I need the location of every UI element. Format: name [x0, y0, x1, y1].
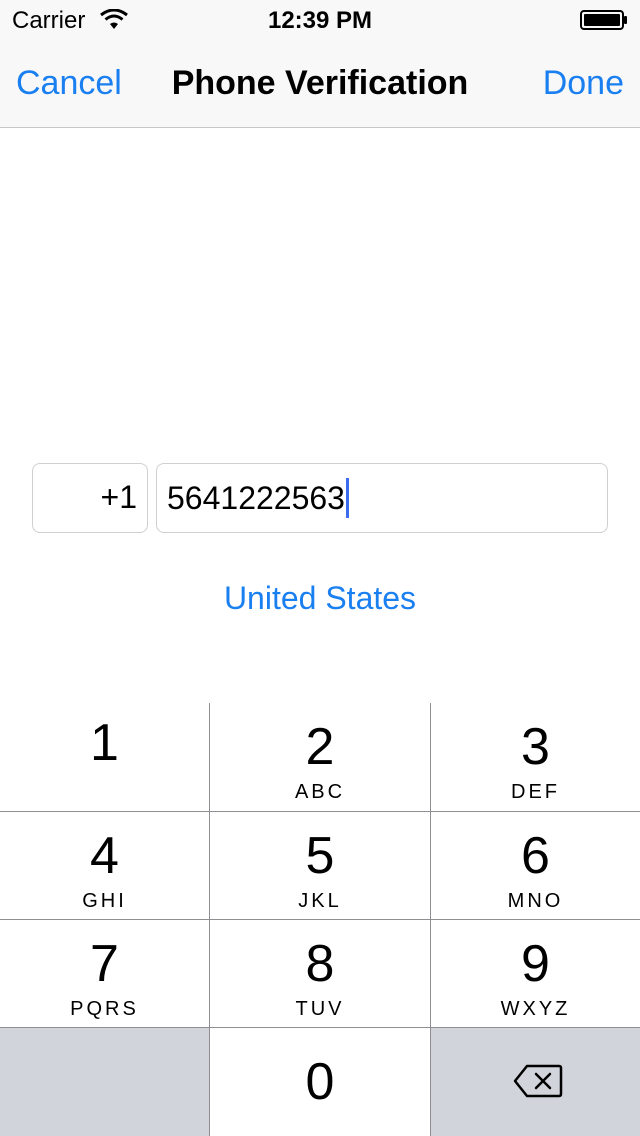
key-8[interactable]: 8 TUV — [210, 920, 430, 1027]
key-letters: PQRS — [70, 998, 139, 1020]
navigation-bar: Cancel Phone Verification Done — [0, 40, 640, 128]
key-digit: 0 — [305, 1053, 335, 1111]
key-digit: 5 — [305, 827, 335, 885]
country-code-field[interactable]: +1 — [32, 463, 148, 533]
key-5[interactable]: 5 JKL — [210, 812, 430, 919]
delete-key[interactable] — [431, 1028, 640, 1136]
numeric-keypad: 1 2 ABC 3 DEF 4 GHI 5 JKL 6 MNO 7 PQRS 8 — [0, 703, 640, 1136]
key-0[interactable]: 0 — [210, 1028, 430, 1136]
key-digit: 8 — [305, 935, 335, 993]
key-letters: GHI — [82, 890, 127, 912]
key-digit: 4 — [90, 827, 119, 885]
key-letters: ABC — [294, 781, 346, 803]
screen: Carrier 12:39 PM Cancel Phone Verificati… — [0, 0, 640, 1136]
key-9[interactable]: 9 WXYZ — [431, 920, 640, 1027]
key-6[interactable]: 6 MNO — [431, 812, 640, 919]
key-4[interactable]: 4 GHI — [0, 812, 209, 919]
key-7[interactable]: 7 PQRS — [0, 920, 209, 1027]
text-cursor — [345, 478, 349, 518]
key-3[interactable]: 3 DEF — [431, 703, 640, 811]
keypad-divider — [209, 703, 210, 1136]
key-digit: 6 — [521, 827, 550, 885]
key-2[interactable]: 2 ABC — [210, 703, 430, 811]
key-letters: JKL — [298, 890, 342, 912]
battery-icon — [580, 10, 627, 30]
key-letters: TUV — [295, 998, 345, 1020]
keypad-blank-key — [0, 1028, 209, 1136]
keypad-divider — [0, 919, 640, 920]
key-digit: 1 — [90, 714, 119, 772]
key-letters: WXYZ — [500, 998, 571, 1020]
key-letters: DEF — [511, 781, 560, 803]
backspace-icon — [513, 1064, 563, 1098]
keypad-divider — [430, 703, 431, 1136]
top-bar: Carrier 12:39 PM Cancel Phone Verificati… — [0, 0, 640, 128]
key-digit: 7 — [90, 935, 119, 993]
keypad-divider — [0, 1027, 640, 1028]
phone-number-field[interactable]: 5641222563 — [156, 463, 608, 533]
key-digit: 9 — [521, 935, 550, 993]
key-digit: 2 — [305, 718, 335, 776]
done-button[interactable]: Done — [543, 64, 624, 103]
country-selector[interactable]: United States — [0, 580, 640, 617]
key-1[interactable]: 1 — [0, 703, 209, 811]
status-time: 12:39 PM — [267, 7, 373, 34]
status-bar: Carrier 12:39 PM — [0, 0, 640, 40]
key-digit: 3 — [521, 718, 550, 776]
phone-number-value: 5641222563 — [167, 480, 345, 516]
keypad-divider — [0, 811, 640, 812]
key-letters: MNO — [507, 890, 564, 912]
